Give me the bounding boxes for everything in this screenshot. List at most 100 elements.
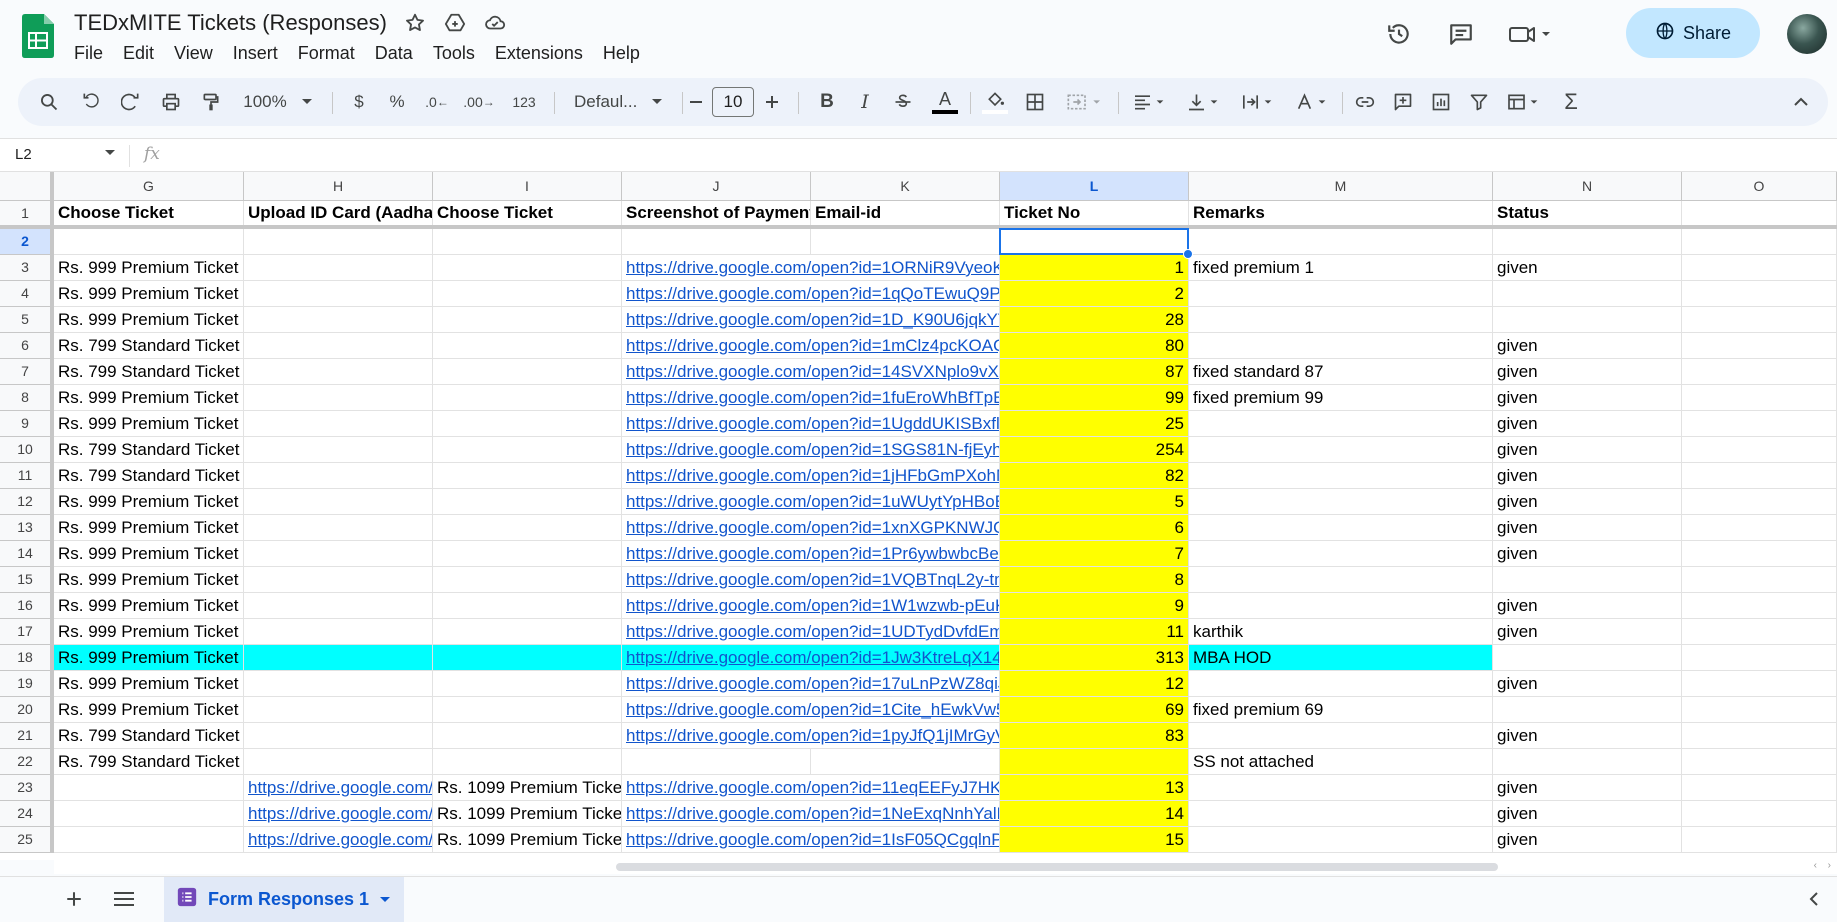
cell-i13[interactable] bbox=[433, 515, 622, 541]
cell-h9[interactable] bbox=[244, 411, 433, 437]
cell-i6[interactable] bbox=[433, 333, 622, 359]
cell-n11[interactable]: given bbox=[1493, 463, 1682, 489]
sheets-logo-icon[interactable] bbox=[22, 14, 54, 58]
cell-g24[interactable] bbox=[54, 801, 244, 827]
font-size-input[interactable]: 10 bbox=[712, 87, 754, 117]
cell-h11[interactable] bbox=[244, 463, 433, 489]
cell-n21[interactable]: given bbox=[1493, 723, 1682, 749]
cell-m2[interactable] bbox=[1189, 229, 1493, 255]
column-header-j[interactable]: J bbox=[622, 172, 811, 201]
cloud-saved-icon[interactable] bbox=[482, 10, 508, 36]
header-cell-j[interactable]: Screenshot of Payment bbox=[622, 201, 811, 226]
cell-n24[interactable]: given bbox=[1493, 801, 1682, 827]
cell-o6[interactable] bbox=[1682, 333, 1837, 359]
cell-k2[interactable] bbox=[811, 229, 1000, 255]
comments-icon[interactable] bbox=[1445, 18, 1477, 50]
column-header-o[interactable]: O bbox=[1682, 172, 1837, 201]
cell-g17[interactable]: Rs. 999 Premium Ticket bbox=[54, 619, 244, 645]
cell-i15[interactable] bbox=[433, 567, 622, 593]
cell-g14[interactable]: Rs. 999 Premium Ticket bbox=[54, 541, 244, 567]
cell-o22[interactable] bbox=[1682, 749, 1837, 775]
cell-j21[interactable]: https://drive.google.com/open?id=1pyJfQ1… bbox=[622, 723, 1000, 749]
row-header[interactable]: 11 bbox=[0, 463, 54, 489]
currency-format-button[interactable]: $ bbox=[344, 78, 374, 126]
increase-decimal-button[interactable]: .00 → bbox=[460, 78, 498, 126]
cell-n23[interactable]: given bbox=[1493, 775, 1682, 801]
cell-n17[interactable]: given bbox=[1493, 619, 1682, 645]
cell-g25[interactable] bbox=[54, 827, 244, 853]
column-header-h[interactable]: H bbox=[244, 172, 433, 201]
cell-m21[interactable] bbox=[1189, 723, 1493, 749]
cell-n18[interactable] bbox=[1493, 645, 1682, 671]
sheet-tab-form-responses-1[interactable]: Form Responses 1 bbox=[164, 877, 404, 922]
cell-i5[interactable] bbox=[433, 307, 622, 333]
cell-o5[interactable] bbox=[1682, 307, 1837, 333]
cell-i22[interactable] bbox=[433, 749, 622, 775]
row-header[interactable]: 24 bbox=[0, 801, 54, 827]
cell-h4[interactable] bbox=[244, 281, 433, 307]
cell-o11[interactable] bbox=[1682, 463, 1837, 489]
cell-g4[interactable]: Rs. 999 Premium Ticket bbox=[54, 281, 244, 307]
cell-l19[interactable]: 12 bbox=[1000, 671, 1189, 697]
chevron-down-icon[interactable] bbox=[104, 149, 116, 157]
header-cell-n[interactable]: Status bbox=[1493, 201, 1682, 226]
select-all-corner[interactable] bbox=[0, 172, 54, 201]
cell-g18[interactable]: Rs. 999 Premium Ticket bbox=[54, 645, 244, 671]
row-header[interactable]: 18 bbox=[0, 645, 54, 671]
cell-i18[interactable] bbox=[433, 645, 622, 671]
cell-m7[interactable]: fixed standard 87 bbox=[1189, 359, 1493, 385]
row-header[interactable]: 6 bbox=[0, 333, 54, 359]
collapse-side-panel-icon[interactable] bbox=[1800, 885, 1828, 913]
cell-m23[interactable] bbox=[1189, 775, 1493, 801]
cell-h7[interactable] bbox=[244, 359, 433, 385]
horizontal-scrollbar[interactable]: ‹ › bbox=[54, 860, 1837, 874]
print-icon[interactable] bbox=[154, 78, 188, 126]
insert-link-icon[interactable] bbox=[1348, 78, 1382, 126]
cell-j4[interactable]: https://drive.google.com/open?id=1qQoTEw… bbox=[622, 281, 1000, 307]
cell-j9[interactable]: https://drive.google.com/open?id=1UgddUK… bbox=[622, 411, 1000, 437]
all-sheets-menu-icon[interactable] bbox=[110, 885, 138, 913]
cell-h25[interactable]: https://drive.google.com/open bbox=[244, 827, 433, 853]
bold-icon[interactable]: B bbox=[812, 78, 842, 126]
cell-o24[interactable] bbox=[1682, 801, 1837, 827]
cell-i8[interactable] bbox=[433, 385, 622, 411]
cell-h24[interactable]: https://drive.google.com/open bbox=[244, 801, 433, 827]
cell-m14[interactable] bbox=[1189, 541, 1493, 567]
cell-j7[interactable]: https://drive.google.com/open?id=14SVXNp… bbox=[622, 359, 1000, 385]
row-header[interactable]: 2 bbox=[0, 229, 54, 255]
row-header[interactable]: 20 bbox=[0, 697, 54, 723]
text-color-icon[interactable]: A bbox=[928, 78, 962, 126]
cell-h23[interactable]: https://drive.google.com/open bbox=[244, 775, 433, 801]
header-cell-o[interactable] bbox=[1682, 201, 1837, 226]
cell-m12[interactable] bbox=[1189, 489, 1493, 515]
column-header-g[interactable]: G bbox=[54, 172, 244, 201]
name-box[interactable]: L2 bbox=[15, 146, 32, 163]
cell-g6[interactable]: Rs. 799 Standard Ticket bbox=[54, 333, 244, 359]
cell-o3[interactable] bbox=[1682, 255, 1837, 281]
row-header[interactable]: 4 bbox=[0, 281, 54, 307]
cell-m19[interactable] bbox=[1189, 671, 1493, 697]
column-header-k[interactable]: K bbox=[811, 172, 1000, 201]
cell-n22[interactable] bbox=[1493, 749, 1682, 775]
cell-i16[interactable] bbox=[433, 593, 622, 619]
column-header-i[interactable]: I bbox=[433, 172, 622, 201]
cell-i4[interactable] bbox=[433, 281, 622, 307]
text-rotation-icon[interactable] bbox=[1288, 78, 1336, 126]
cell-m6[interactable] bbox=[1189, 333, 1493, 359]
cell-m20[interactable]: fixed premium 69 bbox=[1189, 697, 1493, 723]
star-icon[interactable] bbox=[402, 10, 428, 36]
cell-m18[interactable]: MBA HOD bbox=[1189, 645, 1493, 671]
cell-j18[interactable]: https://drive.google.com/open?id=1Jw3Ktr… bbox=[622, 645, 1000, 671]
scrollbar-thumb[interactable] bbox=[616, 863, 1498, 871]
cell-o13[interactable] bbox=[1682, 515, 1837, 541]
row-header[interactable]: 17 bbox=[0, 619, 54, 645]
hide-menus-chevron-up-icon[interactable] bbox=[1784, 78, 1818, 126]
meet-icon[interactable] bbox=[1505, 18, 1557, 50]
share-button[interactable]: Share bbox=[1626, 8, 1760, 58]
cell-j3[interactable]: https://drive.google.com/open?id=1ORNiR9… bbox=[622, 255, 1000, 281]
row-header[interactable]: 13 bbox=[0, 515, 54, 541]
row-header[interactable]: 25 bbox=[0, 827, 54, 853]
cell-j19[interactable]: https://drive.google.com/open?id=17uLnPz… bbox=[622, 671, 1000, 697]
cell-i24[interactable]: Rs. 1099 Premium Ticket bbox=[433, 801, 622, 827]
cell-l21[interactable]: 83 bbox=[1000, 723, 1189, 749]
